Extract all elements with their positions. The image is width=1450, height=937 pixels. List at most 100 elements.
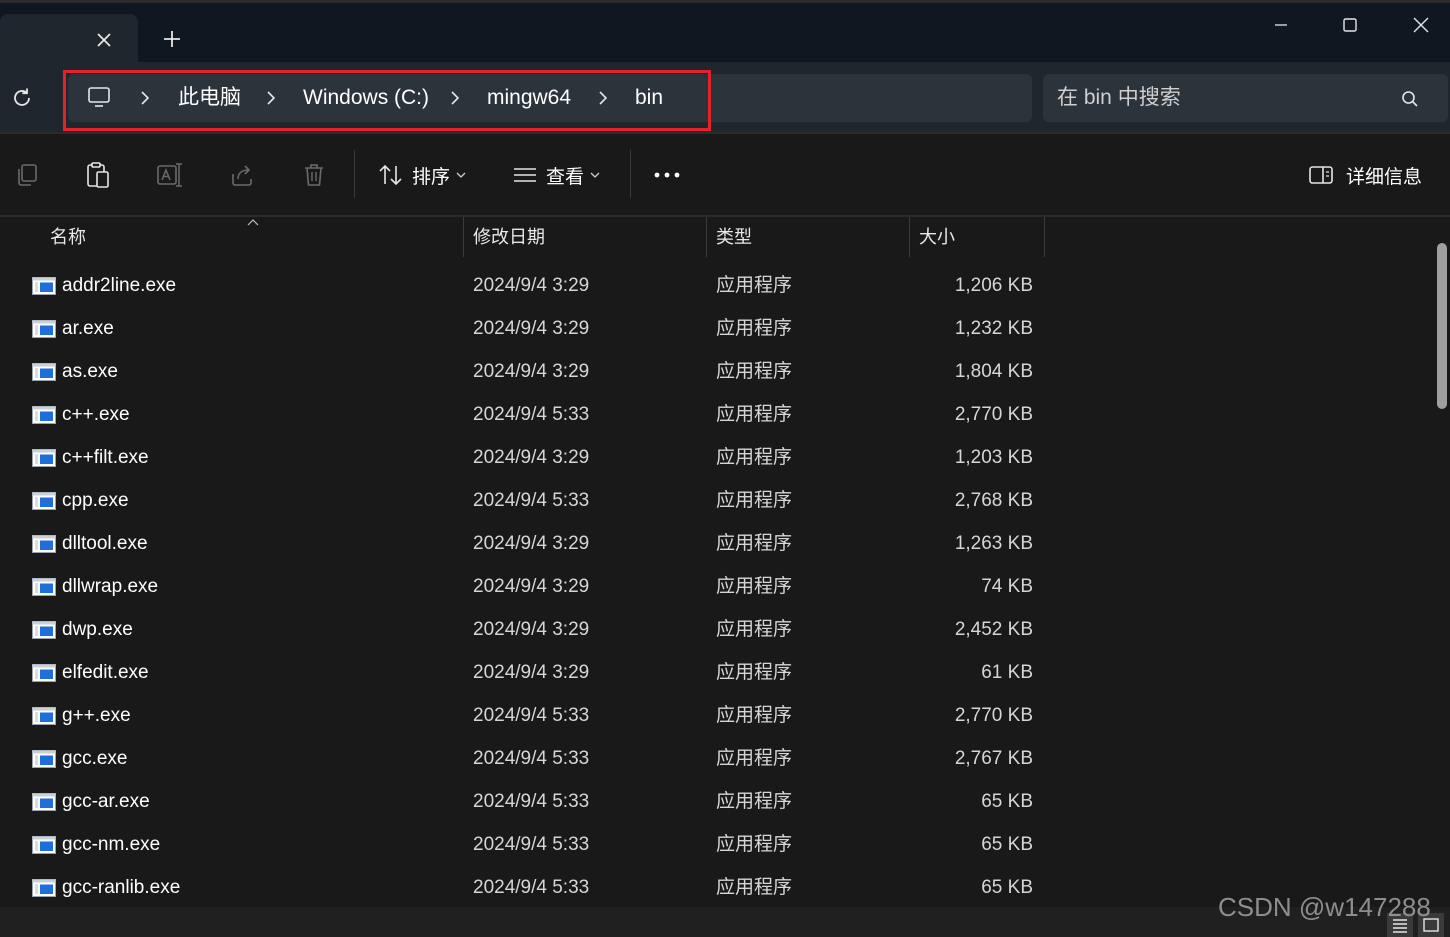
chevron-right-icon[interactable] [138, 88, 152, 108]
close-icon [97, 33, 111, 47]
chevron-right-icon[interactable] [264, 88, 278, 108]
file-date-modified: 2024/9/4 3:29 [473, 662, 590, 683]
file-date-modified: 2024/9/4 5:33 [473, 877, 590, 898]
copy-button[interactable] [12, 160, 42, 190]
file-name: as.exe [62, 361, 118, 382]
search-icon[interactable] [1399, 88, 1421, 110]
column-divider[interactable] [1044, 217, 1045, 257]
file-type: 应用程序 [716, 361, 793, 382]
refresh-button[interactable] [6, 82, 38, 114]
details-pane-icon [1309, 166, 1333, 184]
file-row[interactable]: addr2line.exe 2024/9/4 3:29 应用程序 1,206 KB [18, 264, 1418, 307]
exe-file-icon [32, 320, 56, 338]
chevron-right-icon[interactable] [448, 88, 462, 108]
crumb-this-pc[interactable]: 此电脑 [178, 84, 241, 112]
file-type: 应用程序 [716, 533, 793, 554]
file-size: 1,804 KB [954, 361, 1033, 382]
new-tab-button[interactable] [155, 24, 189, 54]
file-row[interactable]: g++.exe 2024/9/4 5:33 应用程序 2,770 KB [18, 694, 1418, 737]
plus-icon [164, 31, 180, 47]
file-size: 74 KB [981, 576, 1033, 597]
chevron-right-icon[interactable] [596, 88, 610, 108]
file-row[interactable]: cpp.exe 2024/9/4 5:33 应用程序 2,768 KB [18, 479, 1418, 522]
file-date-modified: 2024/9/4 5:33 [473, 404, 590, 425]
column-size[interactable]: 大小 [919, 217, 955, 257]
active-tab[interactable] [0, 14, 138, 62]
rename-button[interactable] [155, 160, 185, 190]
column-type[interactable]: 类型 [716, 217, 752, 257]
file-size: 2,770 KB [954, 404, 1033, 425]
column-name[interactable]: 名称 [50, 217, 86, 257]
details-pane-button[interactable]: 详细信息 [1308, 158, 1422, 192]
minimize-button[interactable] [1258, 6, 1304, 44]
file-row[interactable]: dwp.exe 2024/9/4 3:29 应用程序 2,452 KB [18, 608, 1418, 651]
exe-file-icon [32, 793, 56, 811]
column-divider[interactable] [463, 217, 464, 257]
chevron-down-icon [590, 171, 600, 179]
this-pc-crumb[interactable] [86, 84, 112, 110]
toolbar-divider [630, 150, 631, 198]
file-row[interactable]: elfedit.exe 2024/9/4 3:29 应用程序 61 KB [18, 651, 1418, 694]
more-options-button[interactable] [648, 160, 686, 190]
file-date-modified: 2024/9/4 5:33 [473, 748, 590, 769]
file-row[interactable]: gcc-ar.exe 2024/9/4 5:33 应用程序 65 KB [18, 780, 1418, 823]
column-date-modified[interactable]: 修改日期 [473, 217, 545, 257]
exe-file-icon [32, 363, 56, 381]
delete-button[interactable] [299, 160, 329, 190]
crumb-drive-c[interactable]: Windows (C:) [303, 84, 429, 112]
file-type: 应用程序 [716, 791, 793, 812]
file-date-modified: 2024/9/4 5:33 [473, 705, 590, 726]
file-date-modified: 2024/9/4 3:29 [473, 361, 590, 382]
file-name: gcc.exe [62, 748, 128, 769]
file-type: 应用程序 [716, 619, 793, 640]
file-row[interactable]: ar.exe 2024/9/4 3:29 应用程序 1,232 KB [18, 307, 1418, 350]
file-row[interactable]: c++.exe 2024/9/4 5:33 应用程序 2,770 KB [18, 393, 1418, 436]
exe-file-icon [32, 492, 56, 510]
scrollbar-thumb[interactable] [1437, 243, 1447, 409]
file-row[interactable]: dllwrap.exe 2024/9/4 3:29 应用程序 74 KB [18, 565, 1418, 608]
file-row[interactable]: as.exe 2024/9/4 3:29 应用程序 1,804 KB [18, 350, 1418, 393]
file-size: 65 KB [981, 834, 1033, 855]
sort-button[interactable]: 排序 [378, 158, 466, 192]
file-type: 应用程序 [716, 748, 793, 769]
exe-file-icon [32, 750, 56, 768]
file-row[interactable]: gcc-ranlib.exe 2024/9/4 5:33 应用程序 65 KB [18, 866, 1418, 909]
file-name: ar.exe [62, 318, 114, 339]
file-date-modified: 2024/9/4 5:33 [473, 834, 590, 855]
maximize-button[interactable] [1327, 6, 1373, 44]
file-size: 1,206 KB [954, 275, 1033, 296]
file-type: 应用程序 [716, 662, 793, 683]
file-row[interactable]: gcc-nm.exe 2024/9/4 5:33 应用程序 65 KB [18, 823, 1418, 866]
file-size: 2,452 KB [954, 619, 1033, 640]
trash-icon [305, 164, 323, 186]
column-header-row: 名称 修改日期 类型 大小 [0, 217, 1420, 257]
exe-file-icon [32, 707, 56, 725]
view-button[interactable]: 查看 [512, 158, 600, 192]
file-row[interactable]: gcc.exe 2024/9/4 5:33 应用程序 2,767 KB [18, 737, 1418, 780]
column-divider[interactable] [706, 217, 707, 257]
vertical-scrollbar[interactable] [1437, 241, 1449, 909]
file-date-modified: 2024/9/4 3:29 [473, 576, 590, 597]
search-input[interactable] [1057, 82, 1387, 114]
column-divider[interactable] [909, 217, 910, 257]
paste-button[interactable] [83, 160, 113, 190]
crumb-mingw64[interactable]: mingw64 [487, 84, 571, 112]
close-tab-button[interactable] [88, 26, 120, 54]
close-window-button[interactable] [1398, 6, 1444, 44]
file-name: c++.exe [62, 404, 130, 425]
address-row: 此电脑 Windows (C:) mingw64 bin [0, 62, 1450, 132]
search-box[interactable] [1043, 74, 1448, 122]
share-button[interactable] [227, 160, 257, 190]
close-icon [1413, 17, 1429, 33]
crumb-bin[interactable]: bin [635, 84, 663, 112]
file-row[interactable]: c++filt.exe 2024/9/4 3:29 应用程序 1,203 KB [18, 436, 1418, 479]
command-bar: 排序 查看 详细信息 [0, 134, 1450, 215]
file-row[interactable]: dlltool.exe 2024/9/4 3:29 应用程序 1,263 KB [18, 522, 1418, 565]
file-type: 应用程序 [716, 877, 793, 898]
view-label: 查看 [546, 166, 585, 188]
exe-file-icon [32, 535, 56, 553]
file-name: elfedit.exe [62, 662, 149, 683]
exe-file-icon [32, 664, 56, 682]
exe-file-icon [32, 621, 56, 639]
file-name: cpp.exe [62, 490, 129, 511]
